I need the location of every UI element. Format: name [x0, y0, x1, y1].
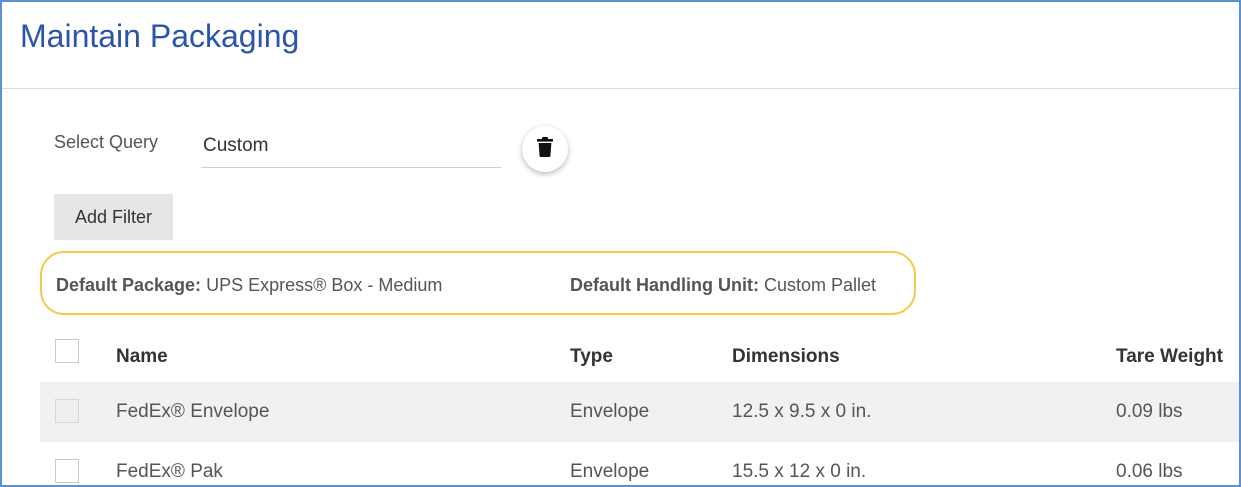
column-header-dimensions[interactable]: Dimensions: [732, 346, 840, 368]
default-handling-unit: Default Handling Unit: Custom Pallet: [570, 275, 876, 296]
table-row[interactable]: FedEx® Pak Envelope 15.5 x 12 x 0 in. 0.…: [40, 442, 1239, 485]
defaults-summary: Default Package: UPS Express® Box - Medi…: [40, 251, 916, 315]
table-row[interactable]: FedEx® Envelope Envelope 12.5 x 9.5 x 0 …: [40, 382, 1239, 442]
row-checkbox[interactable]: [55, 399, 79, 423]
cell-type: Envelope: [570, 461, 650, 482]
default-package-value: UPS Express® Box - Medium: [206, 275, 443, 295]
page-title: Maintain Packaging: [20, 18, 300, 54]
cell-dimensions: 15.5 x 12 x 0 in.: [732, 461, 867, 482]
select-all-checkbox[interactable]: [55, 339, 79, 363]
add-filter-button[interactable]: Add Filter: [54, 194, 173, 240]
trash-icon: [537, 136, 553, 162]
delete-query-button[interactable]: [522, 126, 568, 172]
default-package: Default Package: UPS Express® Box - Medi…: [56, 275, 442, 296]
row-checkbox[interactable]: [55, 459, 79, 483]
packaging-panel: Maintain Packaging Select Query Custom A…: [0, 0, 1241, 487]
cell-dimensions: 12.5 x 9.5 x 0 in.: [732, 401, 872, 422]
cell-name: FedEx® Envelope: [116, 401, 270, 422]
page-header: Maintain Packaging: [2, 2, 1239, 89]
select-query-label: Select Query: [54, 132, 159, 152]
column-header-name[interactable]: Name: [116, 346, 168, 368]
default-handling-unit-label: Default Handling Unit:: [570, 275, 759, 295]
cell-name: FedEx® Pak: [116, 461, 223, 482]
cell-tare-weight: 0.06 lbs: [1116, 461, 1183, 482]
default-package-label: Default Package:: [56, 275, 202, 295]
cell-tare-weight: 0.09 lbs: [1116, 401, 1183, 422]
cell-type: Envelope: [570, 401, 650, 422]
default-handling-unit-value: Custom Pallet: [764, 275, 877, 295]
column-header-type[interactable]: Type: [570, 346, 613, 368]
column-header-tare-weight[interactable]: Tare Weight: [1116, 346, 1223, 368]
select-query-input[interactable]: Custom: [201, 132, 501, 168]
